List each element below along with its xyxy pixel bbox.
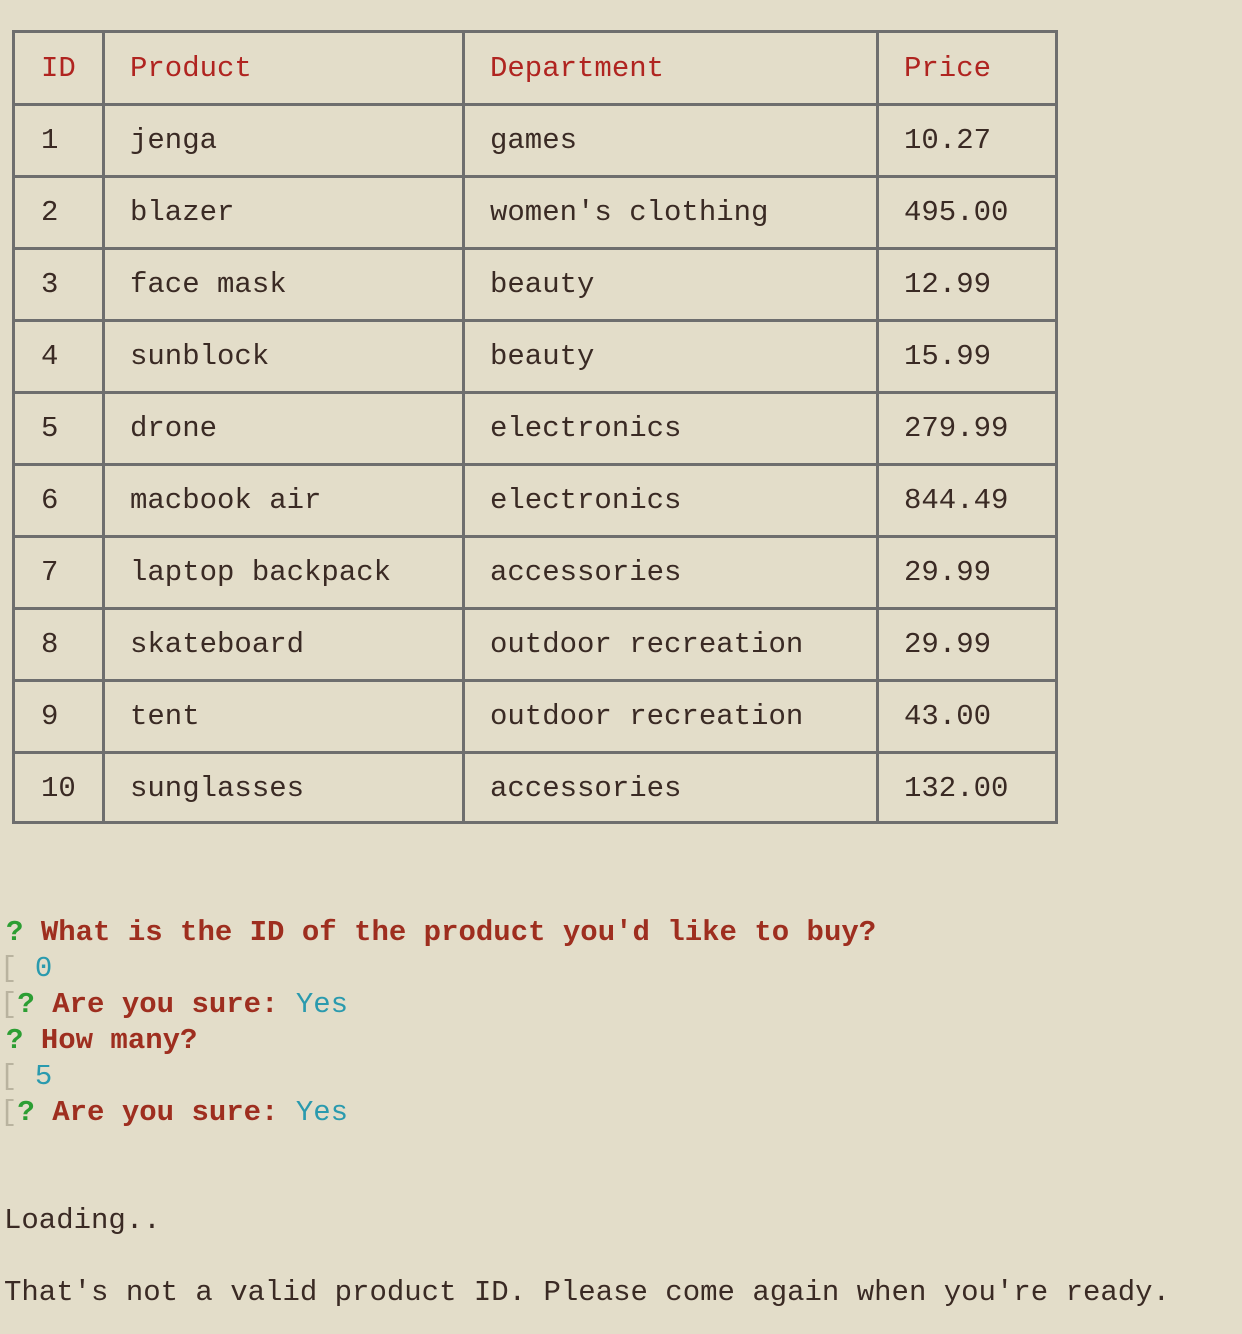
answer-line-qty: [ 5 xyxy=(0,1059,52,1095)
table-cell-department: women's clothing xyxy=(490,196,769,229)
table-cell-id: 6 xyxy=(41,484,59,517)
table-cell-id: 8 xyxy=(41,628,59,661)
table-cell-product: face mask xyxy=(130,268,287,301)
qty-answer: 5 xyxy=(34,1060,53,1093)
table-cell-department: accessories xyxy=(490,772,682,805)
header-department: Department xyxy=(490,52,665,85)
table-cell-product: drone xyxy=(130,412,218,445)
cursor-bracket: [ xyxy=(0,1060,18,1093)
loading-text: Loading.. xyxy=(4,1204,161,1237)
cursor-bracket: [ xyxy=(0,952,18,985)
table-cell-product: laptop backpack xyxy=(130,556,392,589)
table-cell-price: 43.00 xyxy=(904,700,992,733)
table-cell-id: 5 xyxy=(41,412,59,445)
table-cell-id: 10 xyxy=(41,772,76,805)
table-cell-id: 2 xyxy=(41,196,59,229)
table-cell-product: tent xyxy=(130,700,200,733)
table-cell-department: outdoor recreation xyxy=(490,700,804,733)
confirm-answer: Yes xyxy=(295,1096,349,1129)
table-cell-product: sunglasses xyxy=(130,772,305,805)
header-product: Product xyxy=(130,52,252,85)
table-cell-price: 132.00 xyxy=(904,772,1009,805)
confirm-label: Are you sure: xyxy=(52,988,279,1021)
header-id: ID xyxy=(41,52,76,85)
table-cell-department: accessories xyxy=(490,556,682,589)
table-cell-price: 495.00 xyxy=(904,196,1009,229)
table-cell-product: skateboard xyxy=(130,628,305,661)
question-mark: ? xyxy=(17,1096,35,1129)
cursor-bracket: [ xyxy=(0,1096,18,1129)
question-mark: ? xyxy=(6,1024,24,1057)
table-cell-product: blazer xyxy=(130,196,235,229)
terminal-window: ID Product Department Price 1 jenga games 1… xyxy=(0,0,1242,1334)
table-cell-id: 1 xyxy=(41,124,59,157)
table-cell-price: 12.99 xyxy=(904,268,992,301)
table-cell-price: 279.99 xyxy=(904,412,1009,445)
table-cell-department: games xyxy=(490,124,578,157)
table-cell-department: electronics xyxy=(490,484,682,517)
table-cell-product: sunblock xyxy=(130,340,270,373)
table-cell-id: 3 xyxy=(41,268,59,301)
table-cell-product: macbook air xyxy=(130,484,322,517)
table-cell-id: 4 xyxy=(41,340,59,373)
cursor-bracket: [ xyxy=(0,988,18,1021)
confirm-line-2: [? Are you sure: Yes xyxy=(0,1095,348,1131)
error-message: That's not a valid product ID. Please co… xyxy=(4,1276,1170,1309)
id-question: What is the ID of the product you'd like… xyxy=(40,916,877,949)
column-divider xyxy=(102,33,105,821)
prompt-line-id: ? What is the ID of the product you'd li… xyxy=(6,915,876,951)
column-divider xyxy=(462,33,465,821)
table-cell-price: 29.99 xyxy=(904,556,992,589)
table-cell-product: jenga xyxy=(130,124,218,157)
table-cell-price: 15.99 xyxy=(904,340,992,373)
table-cell-department: electronics xyxy=(490,412,682,445)
confirm-label: Are you sure: xyxy=(52,1096,279,1129)
header-price: Price xyxy=(904,52,992,85)
question-mark: ? xyxy=(6,916,24,949)
answer-line-id: [ 0 xyxy=(0,951,52,987)
table-cell-price: 10.27 xyxy=(904,124,992,157)
confirm-answer: Yes xyxy=(295,988,349,1021)
table-cell-price: 844.49 xyxy=(904,484,1009,517)
confirm-line-1: [? Are you sure: Yes xyxy=(0,987,348,1023)
qty-question: How many? xyxy=(40,1024,198,1057)
column-divider xyxy=(876,33,879,821)
table-cell-department: beauty xyxy=(490,340,595,373)
id-answer: 0 xyxy=(34,952,53,985)
table-cell-id: 7 xyxy=(41,556,59,589)
prompt-line-qty: ? How many? xyxy=(6,1023,197,1059)
table-cell-id: 9 xyxy=(41,700,59,733)
question-mark: ? xyxy=(17,988,35,1021)
table-cell-price: 29.99 xyxy=(904,628,992,661)
product-table: ID Product Department Price 1 jenga games 1… xyxy=(12,30,1058,824)
table-cell-department: beauty xyxy=(490,268,595,301)
table-cell-department: outdoor recreation xyxy=(490,628,804,661)
